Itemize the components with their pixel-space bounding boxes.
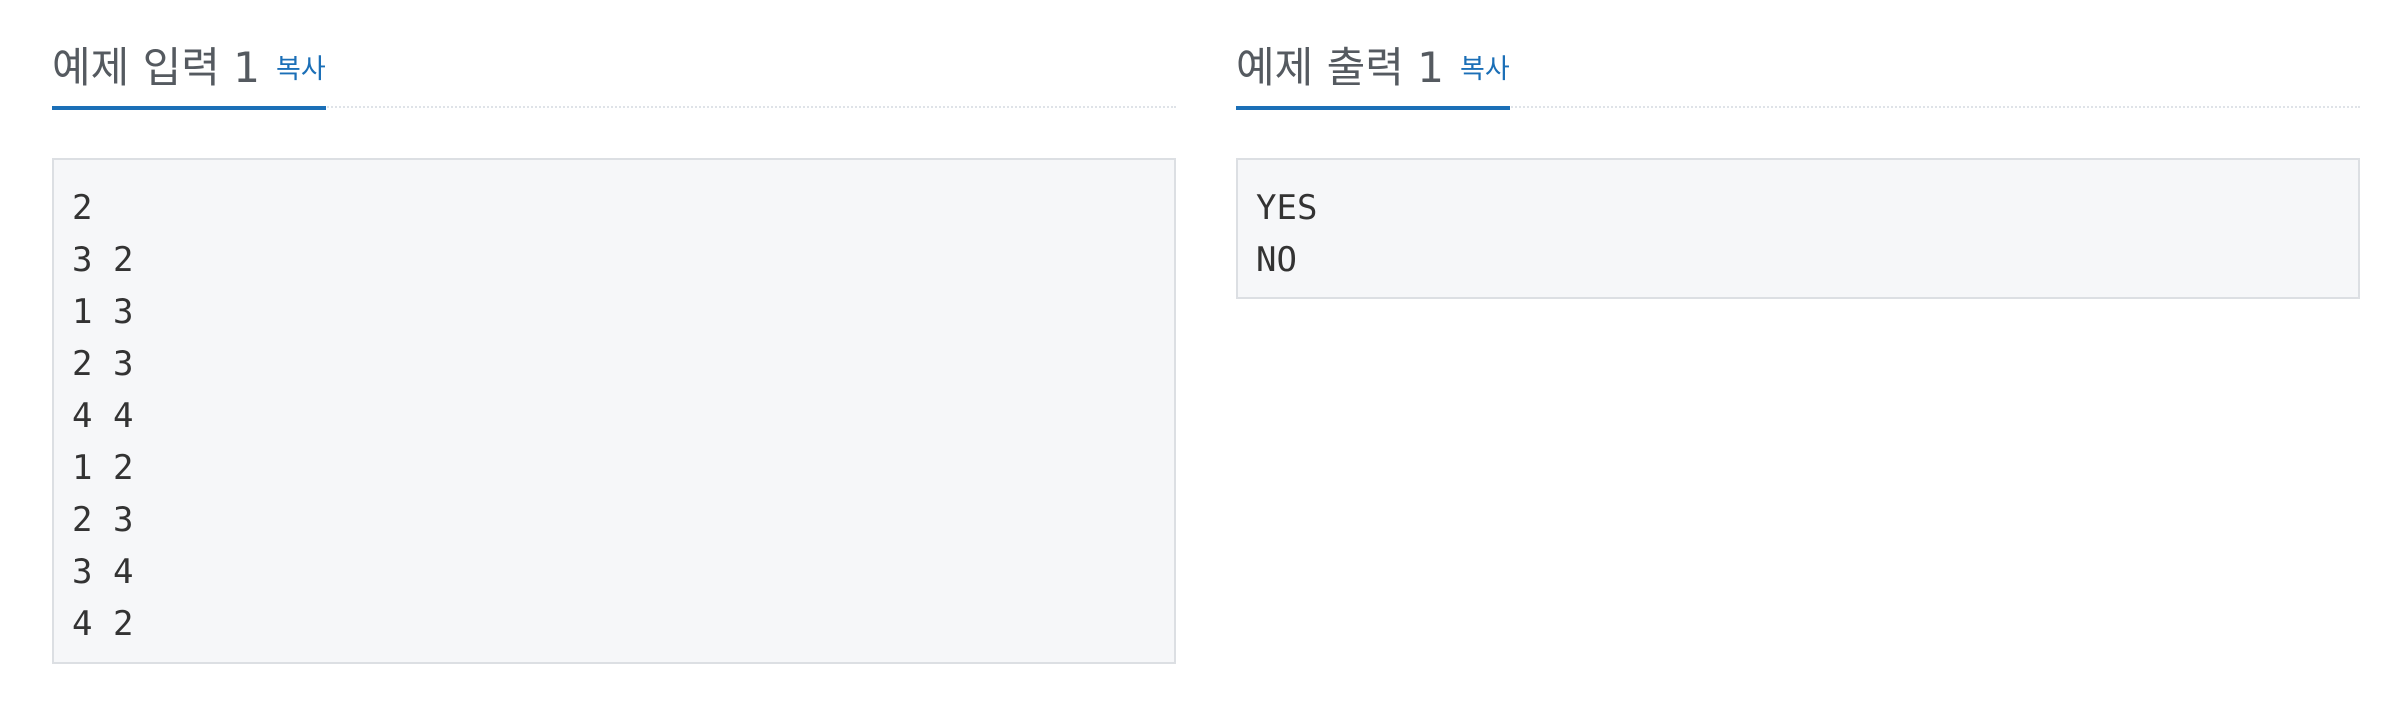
sample-input-box[interactable]: 2 3 2 1 3 2 3 4 4 1 2 2 3 3 4 4 2 [52, 158, 1176, 664]
sample-input-title-underline: 예제 입력 1 복사 [52, 30, 326, 110]
sample-input-section: 예제 입력 1 복사 2 3 2 1 3 2 3 4 4 1 2 2 3 3 4… [52, 0, 1176, 664]
copy-output-button[interactable]: 복사 [1460, 40, 1510, 106]
sample-input-headline: 예제 입력 1 복사 [52, 0, 1176, 110]
sample-output-title-underline: 예제 출력 1 복사 [1236, 30, 1510, 110]
sample-input-title: 예제 입력 1 [52, 43, 260, 92]
copy-input-button[interactable]: 복사 [276, 40, 326, 106]
sample-output-box[interactable]: YES NO [1236, 158, 2360, 299]
sample-output-headline: 예제 출력 1 복사 [1236, 0, 2360, 110]
sample-output-section: 예제 출력 1 복사 YES NO [1236, 0, 2360, 299]
sample-output-title: 예제 출력 1 [1236, 43, 1444, 92]
